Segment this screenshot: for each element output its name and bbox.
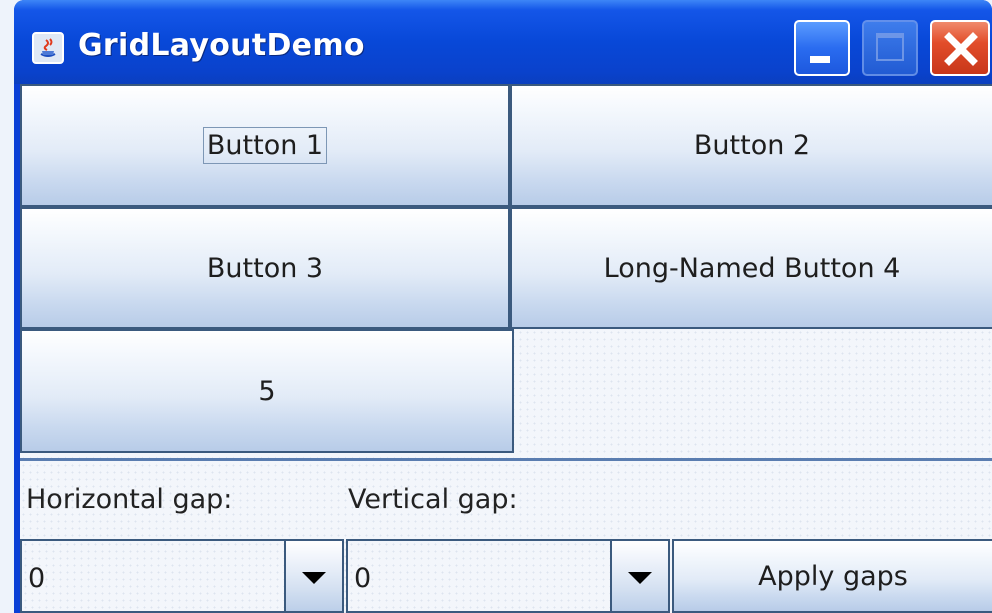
vertical-gap-value: 0 — [354, 563, 372, 594]
horizontal-gap-combo[interactable]: 0 — [20, 539, 344, 613]
maximize-button[interactable] — [862, 20, 918, 76]
button-3-label: Button 3 — [206, 252, 324, 284]
close-button[interactable] — [930, 20, 990, 76]
button-3[interactable]: Button 3 — [20, 207, 510, 329]
apply-gaps-button[interactable]: Apply gaps — [672, 539, 992, 613]
content-pane: Button 1 Button 2 Button 3 Long-Named Bu… — [20, 84, 992, 613]
button-1-label: Button 1 — [202, 127, 328, 164]
chevron-down-icon — [628, 572, 652, 584]
long-named-button-4[interactable]: Long-Named Button 4 — [510, 207, 992, 329]
horizontal-gap-value: 0 — [28, 563, 46, 594]
button-1[interactable]: Button 1 — [20, 84, 510, 207]
close-icon — [944, 32, 978, 66]
title-bar[interactable]: GridLayoutDemo — [14, 0, 992, 84]
maximize-icon — [876, 33, 904, 61]
button-2[interactable]: Button 2 — [510, 84, 992, 207]
vertical-gap-combo[interactable]: 0 — [346, 539, 670, 613]
button-4-label: Long-Named Button 4 — [603, 252, 901, 284]
minimize-button[interactable] — [794, 20, 850, 76]
window-title: GridLayoutDemo — [78, 28, 365, 63]
vertical-gap-dropdown-button[interactable] — [610, 541, 668, 611]
minimize-icon — [810, 56, 830, 63]
horizontal-gap-dropdown-button[interactable] — [284, 541, 342, 611]
horizontal-gap-label: Horizontal gap: — [26, 484, 233, 515]
button-5-label: 5 — [258, 375, 276, 407]
separator — [20, 458, 992, 461]
java-icon — [32, 32, 64, 64]
chevron-down-icon — [302, 572, 326, 584]
application-window: GridLayoutDemo Button 1 Button 2 Button … — [14, 0, 992, 613]
vertical-gap-label: Vertical gap: — [348, 484, 518, 515]
button-2-label: Button 2 — [693, 130, 811, 161]
button-5[interactable]: 5 — [20, 329, 514, 453]
apply-gaps-label: Apply gaps — [758, 560, 908, 592]
